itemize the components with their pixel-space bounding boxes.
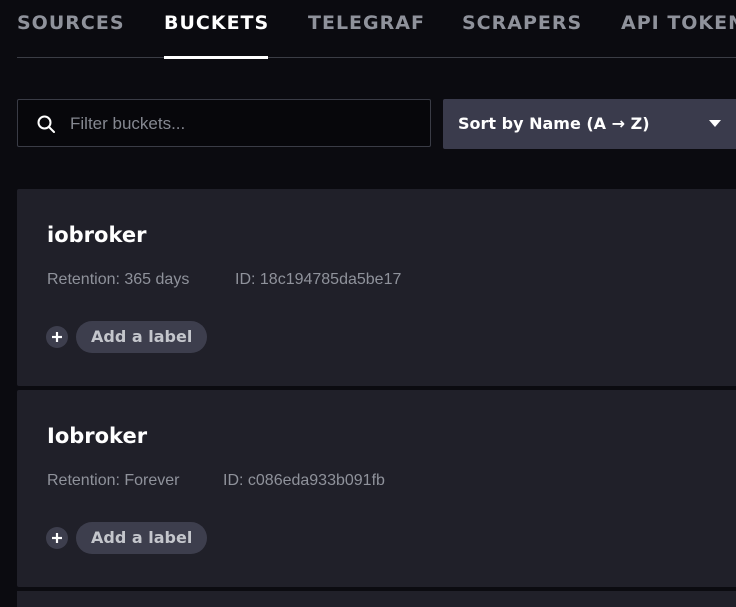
tab-sources[interactable]: SOURCES (17, 12, 125, 34)
sort-dropdown[interactable]: Sort by Name (A → Z) (443, 99, 736, 149)
bucket-card-partial (17, 591, 736, 607)
active-tab-indicator (164, 56, 268, 59)
plus-icon (52, 332, 62, 342)
tab-buckets[interactable]: BUCKETS (164, 12, 269, 34)
tab-scrapers[interactable]: SCRAPERS (462, 12, 582, 34)
chevron-down-icon (709, 120, 721, 127)
plus-icon (52, 533, 62, 543)
bucket-name[interactable]: Iobroker (47, 424, 147, 448)
bucket-card: Iobroker Retention: Forever ID: c086eda9… (17, 390, 736, 587)
bucket-id: ID: 18c194785da5be17 (235, 271, 402, 288)
tab-divider (17, 57, 736, 58)
bucket-retention: Retention: Forever (47, 472, 180, 489)
bucket-name[interactable]: iobroker (47, 223, 146, 247)
bucket-retention: Retention: 365 days (47, 271, 190, 288)
add-label-button[interactable]: Add a label (76, 321, 208, 353)
search-icon (37, 115, 55, 133)
tab-bar: SOURCES BUCKETS TELEGRAF SCRAPERS API TO… (0, 0, 736, 59)
bucket-id: ID: c086eda933b091fb (223, 472, 385, 489)
bucket-card: iobroker Retention: 365 days ID: 18c1947… (17, 189, 736, 386)
filter-buckets-input[interactable] (68, 100, 422, 148)
tab-telegraf[interactable]: TELEGRAF (308, 12, 425, 34)
add-label-icon[interactable] (46, 527, 68, 549)
sort-dropdown-label: Sort by Name (A → Z) (458, 114, 650, 133)
filter-buckets-search[interactable] (17, 99, 431, 148)
add-label-button[interactable]: Add a label (76, 522, 208, 554)
add-label-icon[interactable] (46, 326, 68, 348)
tab-api-tokens[interactable]: API TOKENS (621, 12, 736, 34)
